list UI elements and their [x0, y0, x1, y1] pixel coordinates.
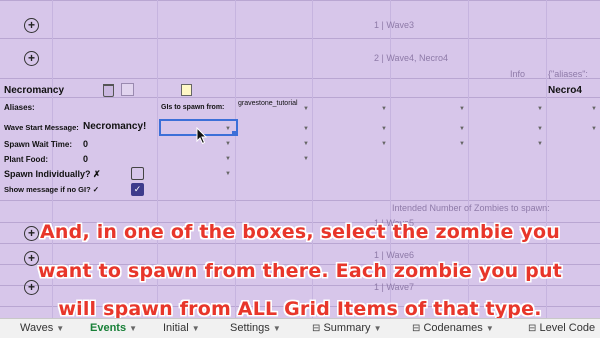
dropdown-arrow-icon[interactable]: ▼	[381, 106, 387, 112]
fill-handle[interactable]	[232, 131, 236, 135]
note-icon[interactable]	[181, 84, 192, 96]
plant-food-label: Plant Food:	[4, 155, 48, 164]
caption-line-1: And, in one of the boxes, select the zom…	[40, 221, 560, 243]
dropdown-arrow-icon[interactable]: ▼	[303, 126, 309, 132]
tab-label: Initial	[163, 322, 189, 334]
wave-row-6: 1 | Wave6	[374, 250, 415, 260]
wave-label: Wave7	[386, 282, 415, 292]
dropdown-arrow-icon[interactable]: ▼	[303, 156, 309, 162]
event-name-right: Necro4	[548, 85, 582, 96]
grid-line	[0, 200, 600, 201]
event-name: Necromancy	[4, 85, 65, 96]
grid-line	[0, 0, 600, 1]
wave-count: 1	[374, 282, 380, 292]
show-message-label: Show message if no GI? ✓	[4, 185, 99, 194]
wave-count: 1	[374, 20, 380, 30]
mouse-cursor-icon	[196, 127, 208, 145]
dropdown-arrow-icon[interactable]: ▼	[459, 126, 465, 132]
grid-line	[0, 243, 600, 244]
spawn-individually-checkbox[interactable]	[131, 167, 144, 180]
checkbox-empty-icon[interactable]	[121, 83, 134, 96]
wave-start-message-value[interactable]: Necromancy!	[83, 121, 146, 132]
trash-icon[interactable]	[103, 84, 114, 97]
tab-summary[interactable]: ⊟ Summary ▼	[312, 322, 382, 334]
info-label: Info	[510, 69, 526, 79]
wave-label: Wave6	[386, 250, 415, 260]
tab-level-code[interactable]: ⊟ Level Code	[528, 322, 595, 334]
dropdown-arrow-icon[interactable]: ▼	[225, 141, 231, 147]
lock-icon: ⊟	[312, 323, 321, 334]
tab-events[interactable]: Events ▼	[90, 322, 137, 334]
tab-waves[interactable]: Waves ▼	[20, 322, 64, 334]
tab-label: Summary	[323, 322, 371, 334]
caption-line-3: will spawn from ALL Grid Items of that t…	[58, 298, 542, 318]
dropdown-arrow-icon[interactable]: ▼	[225, 156, 231, 162]
tab-settings[interactable]: Settings ▼	[230, 322, 281, 334]
lock-icon: ⊟	[412, 323, 421, 334]
dropdown-arrow-icon[interactable]: ▼	[591, 126, 597, 132]
sheet-tab-bar: Waves ▼ Events ▼ Initial ▼ Settings ▼ ⊟ …	[0, 318, 600, 338]
tab-codenames[interactable]: ⊟ Codenames ▼	[412, 322, 494, 334]
wave-label: Wave4, Necro4	[386, 53, 449, 63]
grid-line	[0, 97, 600, 98]
spawn-individually-label: Spawn Individually? ✗	[4, 169, 101, 180]
dropdown-arrow-icon[interactable]: ▼	[303, 106, 309, 112]
dropdown-arrow-icon[interactable]: ▼	[537, 106, 543, 112]
aliases-label: Aliases:	[4, 103, 35, 112]
dropdown-arrow-icon[interactable]: ▼	[381, 126, 387, 132]
wave-start-message-label: Wave Start Message:	[4, 123, 79, 132]
wave-count: 2	[374, 53, 380, 63]
add-row-icon[interactable]: +	[24, 18, 39, 33]
dropdown-arrow-icon[interactable]: ▼	[225, 171, 231, 177]
dropdown-arrow-icon[interactable]: ▼	[303, 141, 309, 147]
dropdown-arrow-icon[interactable]: ▼	[225, 126, 231, 132]
dropdown-arrow-icon[interactable]: ▼	[459, 106, 465, 112]
wave-row-4: 2 | Wave4, Necro4	[374, 53, 449, 63]
chevron-down-icon: ▼	[129, 324, 138, 333]
show-message-text: Show message if no GI?	[4, 185, 91, 194]
grid-line	[0, 38, 600, 39]
wave-label: Wave3	[386, 20, 415, 30]
lock-icon: ⊟	[528, 323, 537, 334]
dropdown-arrow-icon[interactable]: ▼	[381, 141, 387, 147]
add-row-icon[interactable]: +	[24, 280, 39, 295]
x-mark-icon: ✗	[93, 169, 101, 179]
grid-line	[0, 285, 600, 286]
tab-label: Codenames	[423, 322, 483, 334]
spawn-wait-time-value[interactable]: 0	[83, 139, 88, 149]
chevron-down-icon: ▼	[191, 324, 200, 333]
tab-label: Waves	[20, 322, 54, 334]
tab-label: Level Code	[539, 322, 596, 334]
dropdown-arrow-icon[interactable]: ▼	[537, 126, 543, 132]
spawn-individually-text: Spawn Individually?	[4, 169, 91, 179]
add-row-icon[interactable]: +	[24, 51, 39, 66]
show-message-checkbox[interactable]: ✓	[131, 183, 144, 196]
tab-initial[interactable]: Initial ▼	[163, 322, 200, 334]
wave-count: 1	[374, 250, 380, 260]
intended-zombies-label: Intended Number of Zombies to spawn:	[392, 203, 550, 213]
caption-line-2: want to spawn from there. Each zombie yo…	[38, 260, 562, 282]
tab-label: Events	[90, 322, 127, 334]
check-mark-icon: ✓	[92, 185, 100, 194]
aliases-json-text: {"aliases":	[548, 69, 588, 79]
spreadsheet-area: + 1 | Wave3 + 2 | Wave4, Necro4 Info {"a…	[0, 0, 600, 318]
chevron-down-icon: ▼	[272, 324, 281, 333]
tab-label: Settings	[230, 322, 270, 334]
dropdown-arrow-icon[interactable]: ▼	[537, 141, 543, 147]
grid-items-label: GIs to spawn from:	[161, 104, 225, 111]
dropdown-arrow-icon[interactable]: ▼	[591, 106, 597, 112]
chevron-down-icon: ▼	[485, 324, 494, 333]
plant-food-value[interactable]: 0	[83, 154, 88, 164]
grid-item-cell[interactable]: gravestone_tutorial	[238, 100, 306, 108]
chevron-down-icon: ▼	[373, 324, 382, 333]
spawn-wait-time-label: Spawn Wait Time:	[4, 140, 73, 149]
wave-row-7: 1 | Wave7	[374, 282, 415, 292]
wave-row-3: 1 | Wave3	[374, 20, 415, 30]
chevron-down-icon: ▼	[56, 324, 65, 333]
dropdown-arrow-icon[interactable]: ▼	[459, 141, 465, 147]
